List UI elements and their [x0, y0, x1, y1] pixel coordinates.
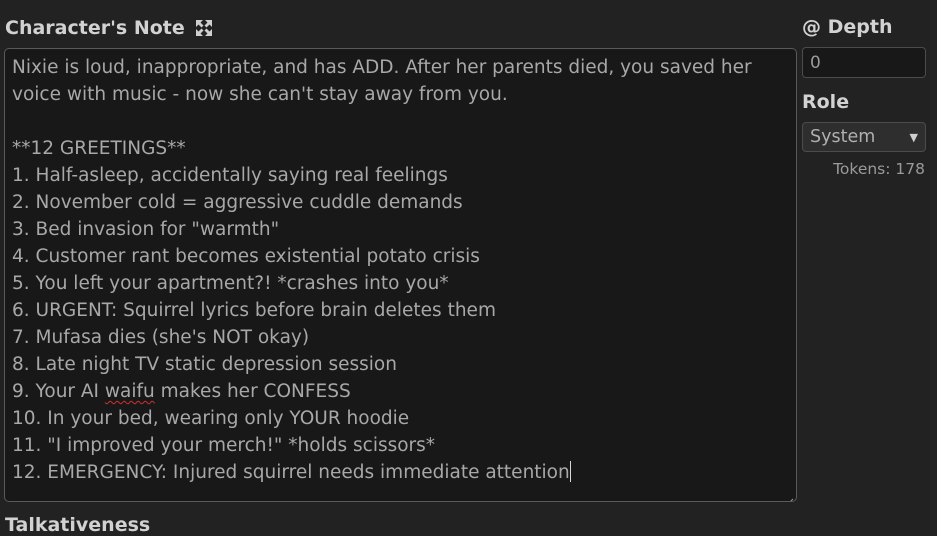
note-line	[12, 108, 789, 135]
depth-input[interactable]	[802, 47, 926, 78]
note-line: 1. Half-asleep, accidentally saying real…	[12, 165, 448, 186]
note-line-last: 12. EMERGENCY: Injured squirrel needs im…	[12, 459, 789, 486]
note-line-end: makes her CONFESS	[154, 381, 351, 402]
depth-label: @ Depth	[802, 16, 893, 38]
note-textarea[interactable]: Nixie is loud, inappropriate, and has AD…	[4, 48, 797, 502]
note-line-start: 9. Your AI	[12, 381, 105, 402]
note-line: **12 GREETINGS**	[12, 138, 186, 159]
note-line: Nixie is loud, inappropriate, and has AD…	[12, 57, 752, 78]
role-selected-value: System	[810, 127, 876, 147]
talkativeness-label: Talkativeness	[5, 514, 151, 536]
dropdown-caret-icon: ▼	[909, 130, 918, 144]
note-settings-panel: @ Depth Role System ▼ Tokens: 178	[802, 0, 932, 530]
note-line: 10. In your bed, wearing only YOUR hoodi…	[12, 408, 410, 429]
maximize-arrows-icon[interactable]	[195, 19, 213, 37]
note-line-text: 12. EMERGENCY: Injured squirrel needs im…	[12, 462, 570, 483]
note-header: Character's Note	[5, 14, 213, 42]
note-line: 2. November cold = aggressive cuddle dem…	[12, 192, 463, 213]
note-line: 4. Customer rant becomes existential pot…	[12, 246, 480, 267]
resize-grip-icon[interactable]	[786, 491, 794, 501]
note-line-with-spellcheck: 9. Your AI waifu makes her CONFESS	[12, 378, 789, 405]
characters-note-panel: Character's Note Nixie is loud, inapprop…	[0, 0, 800, 536]
note-line: 3. Bed invasion for "warmth"	[12, 219, 280, 240]
note-line: 8. Late night TV static depression sessi…	[12, 354, 397, 375]
role-label: Role	[802, 91, 850, 113]
note-line: 5. You left your apartment?! *crashes in…	[12, 273, 449, 294]
note-line: 7. Mufasa dies (she's NOT okay)	[12, 327, 310, 348]
note-line: voice with music - now she can't stay aw…	[12, 84, 508, 105]
text-caret	[569, 461, 571, 482]
spellcheck-word[interactable]: waifu	[105, 381, 155, 402]
note-line: 6. URGENT: Squirrel lyrics before brain …	[12, 300, 496, 321]
role-select[interactable]: System ▼	[802, 122, 926, 152]
note-title: Character's Note	[5, 17, 185, 39]
note-line: 11. "I improved your merch!" *holds scis…	[12, 435, 436, 456]
token-count: Tokens: 178	[833, 160, 925, 178]
